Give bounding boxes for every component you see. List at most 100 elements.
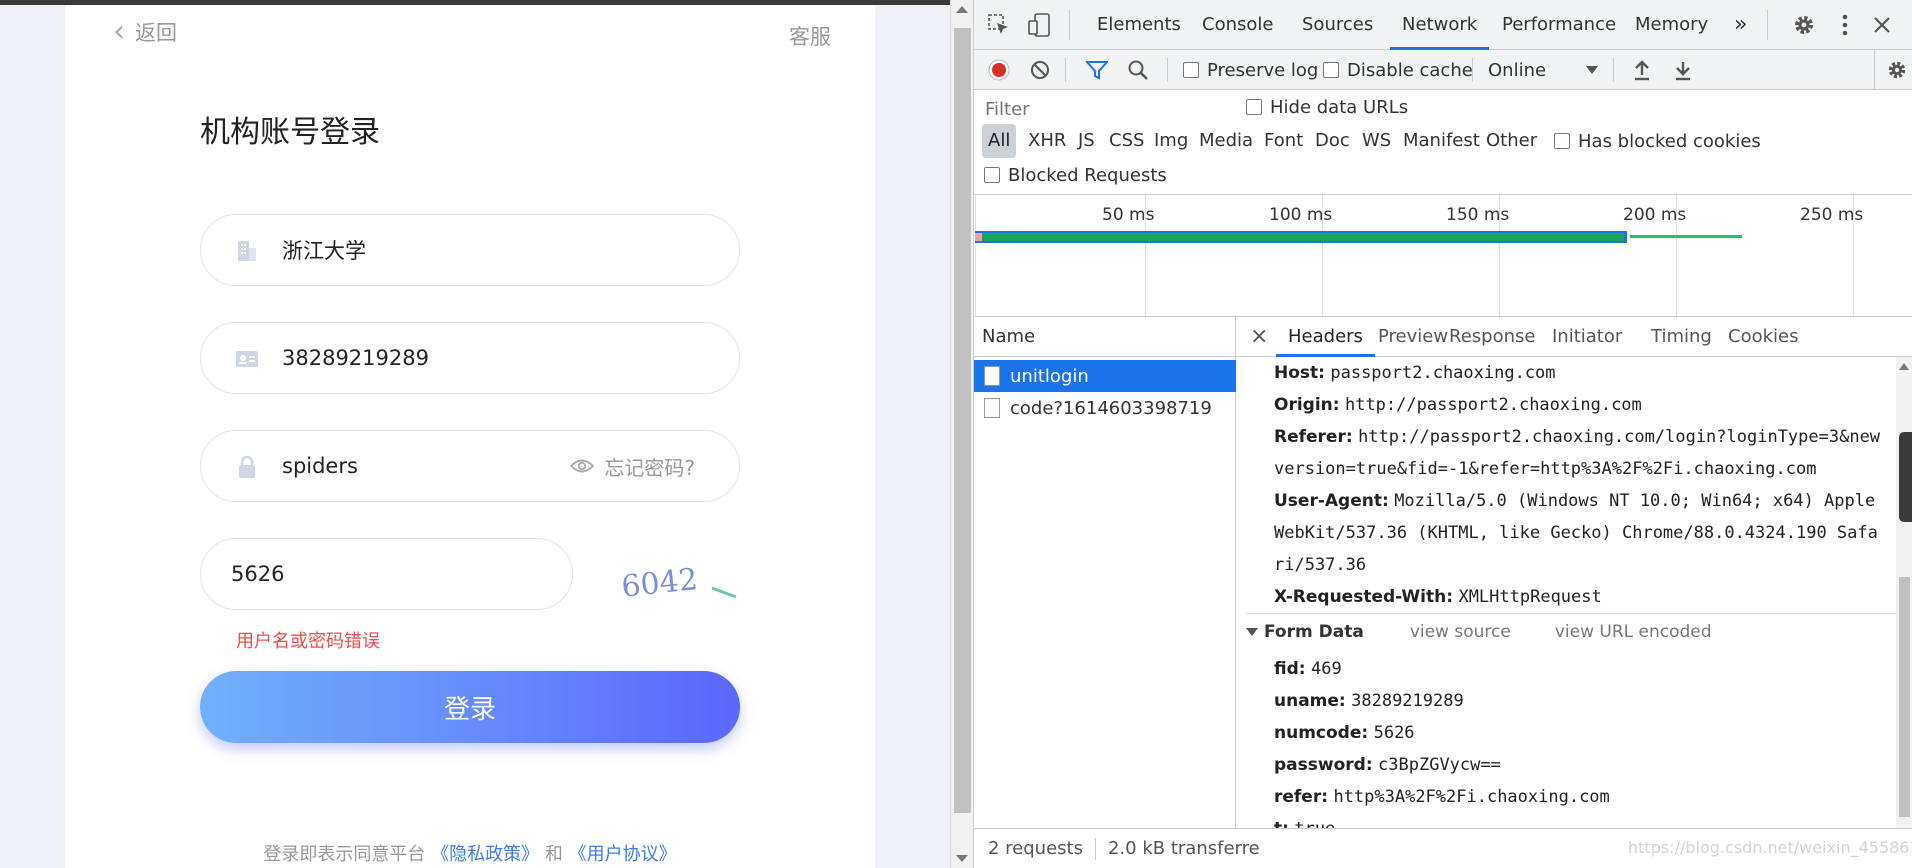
settings-gear-icon[interactable] <box>1792 13 1816 37</box>
tab-headers[interactable]: Headers <box>1276 317 1375 357</box>
login-button[interactable]: 登录 <box>200 671 740 743</box>
customer-service-link[interactable]: 客服 <box>789 21 831 51</box>
form-data-title: Form Data <box>1264 621 1364 642</box>
inspect-element-icon[interactable] <box>988 14 1010 36</box>
document-icon <box>984 398 1000 418</box>
scroll-up-arrow-icon[interactable] <box>956 6 968 13</box>
checkbox-box[interactable] <box>1183 62 1199 78</box>
network-timeline-overview[interactable]: 50 ms 100 ms 150 ms 200 ms 250 ms <box>974 195 1912 317</box>
export-har-icon[interactable] <box>1674 59 1692 81</box>
forgot-password-link[interactable]: 忘记密码? <box>570 452 695 481</box>
checkbox-box[interactable] <box>1554 133 1570 149</box>
tab-initiator[interactable]: Initiator <box>1552 317 1622 357</box>
side-widget[interactable] <box>1899 432 1912 522</box>
close-detail-icon[interactable]: × <box>1250 317 1268 357</box>
network-toolbar: Preserve log Disable cache Online <box>974 50 1912 90</box>
scrollbar-thumb[interactable] <box>954 28 971 813</box>
page-scrollbar[interactable] <box>950 0 973 868</box>
filter-type-font[interactable]: Font <box>1264 124 1303 158</box>
detail-scrollbar[interactable] <box>1896 357 1912 828</box>
captcha-image[interactable]: 6042 <box>620 555 740 611</box>
disable-cache-checkbox[interactable]: Disable cache <box>1323 50 1473 90</box>
toolbar-divider <box>1874 50 1875 90</box>
more-tabs-icon[interactable]: » <box>1734 0 1747 50</box>
tab-cookies[interactable]: Cookies <box>1728 317 1798 357</box>
form-data-section-header[interactable]: Form Data view source view URL encoded <box>1246 613 1896 649</box>
devtools-tabbar: Elements Console Sources Network Perform… <box>974 0 1912 50</box>
privacy-policy-link[interactable]: 《隐私政策》 <box>431 844 539 865</box>
filter-type-xhr[interactable]: XHR <box>1028 124 1066 158</box>
import-har-icon[interactable] <box>1633 59 1651 81</box>
filter-type-all[interactable]: All <box>982 124 1017 158</box>
name-column-header[interactable]: Name <box>974 317 1236 357</box>
view-source-link[interactable]: view source <box>1410 622 1511 642</box>
toolbar-divider <box>1613 58 1614 82</box>
filter-type-other[interactable]: Other <box>1486 124 1537 158</box>
dropdown-arrow-icon <box>1586 66 1598 74</box>
request-row[interactable]: code?1614603398719 <box>974 392 1236 424</box>
filter-type-img[interactable]: Img <box>1154 124 1188 158</box>
search-icon[interactable] <box>1127 59 1149 81</box>
tab-response[interactable]: Response <box>1449 317 1535 357</box>
user-agreement-link[interactable]: 《用户协议》 <box>569 844 677 865</box>
has-blocked-cookies-checkbox[interactable]: Has blocked cookies <box>1554 124 1761 158</box>
checkbox-box[interactable] <box>1323 62 1339 78</box>
tab-preview[interactable]: Preview <box>1378 317 1448 357</box>
captcha-noise-line <box>711 586 737 599</box>
account-field[interactable]: 38289219289 <box>200 322 740 394</box>
back-button[interactable]: ‹ 返回 <box>113 17 177 47</box>
filter-icon[interactable] <box>1086 60 1108 80</box>
scroll-up-arrow-icon[interactable] <box>1899 363 1909 370</box>
form-field-t: t: true <box>1274 813 1884 828</box>
password-field[interactable]: spiders 忘记密码? <box>200 430 740 502</box>
lock-icon <box>239 455 255 478</box>
eye-icon[interactable] <box>570 458 595 474</box>
tab-timing[interactable]: Timing <box>1651 317 1712 357</box>
throttling-value: Online <box>1488 59 1547 81</box>
request-name: code?1614603398719 <box>1010 397 1212 419</box>
tab-console[interactable]: Console <box>1202 0 1273 50</box>
institution-field[interactable]: 浙江大学 <box>200 214 740 286</box>
filter-input[interactable] <box>979 94 1224 124</box>
request-row[interactable]: unitlogin <box>974 360 1236 392</box>
toolbar-divider <box>1167 58 1168 82</box>
tab-performance[interactable]: Performance <box>1502 0 1616 50</box>
blocked-requests-checkbox[interactable]: Blocked Requests <box>984 158 1167 192</box>
device-toolbar-icon[interactable] <box>1028 13 1052 37</box>
clear-icon[interactable] <box>1030 60 1050 80</box>
close-devtools-icon[interactable] <box>1872 15 1892 35</box>
timeline-bar-request-1-download <box>982 233 1624 241</box>
tab-elements[interactable]: Elements <box>1097 0 1181 50</box>
page-title: 机构账号登录 <box>200 115 380 150</box>
filter-type-css[interactable]: CSS <box>1109 124 1144 158</box>
throttling-select[interactable]: Online <box>1488 50 1598 90</box>
preserve-log-checkbox[interactable]: Preserve log <box>1183 50 1318 90</box>
timeline-label: 200 ms <box>1623 205 1687 225</box>
filter-type-doc[interactable]: Doc <box>1315 124 1350 158</box>
tab-sources[interactable]: Sources <box>1302 0 1373 50</box>
request-name: unitlogin <box>1010 365 1089 387</box>
filter-type-js[interactable]: JS <box>1078 124 1095 158</box>
network-settings-gear-icon[interactable] <box>1886 59 1908 81</box>
filter-type-media[interactable]: Media <box>1199 124 1253 158</box>
record-icon[interactable] <box>988 59 1010 81</box>
checkbox-box[interactable] <box>1246 99 1262 115</box>
tab-network[interactable]: Network <box>1390 0 1490 50</box>
request-detail-pane: × Headers Preview Response Initiator Tim… <box>1236 317 1912 828</box>
tab-memory[interactable]: Memory <box>1635 0 1708 50</box>
filter-type-manifest[interactable]: Manifest <box>1403 124 1480 158</box>
view-url-encoded-link[interactable]: view URL encoded <box>1555 622 1712 642</box>
scroll-down-arrow-icon[interactable] <box>956 855 968 862</box>
form-field-refer: refer: http%3A%2F%2Fi.chaoxing.com <box>1274 787 1610 807</box>
scrollbar-thumb[interactable] <box>1899 577 1910 817</box>
password-value: spiders <box>282 454 358 478</box>
chevron-left-icon: ‹ <box>113 14 125 49</box>
filter-type-ws[interactable]: WS <box>1362 124 1391 158</box>
checkbox-box[interactable] <box>984 167 1000 183</box>
hide-data-urls-checkbox[interactable]: Hide data URLs <box>1246 90 1408 124</box>
kebab-menu-icon[interactable] <box>1841 13 1849 37</box>
form-field-numcode: numcode: 5626 <box>1274 723 1415 743</box>
expand-triangle-icon[interactable] <box>1246 627 1258 636</box>
institution-value: 浙江大学 <box>282 239 366 263</box>
captcha-input[interactable]: 5626 <box>200 538 573 610</box>
